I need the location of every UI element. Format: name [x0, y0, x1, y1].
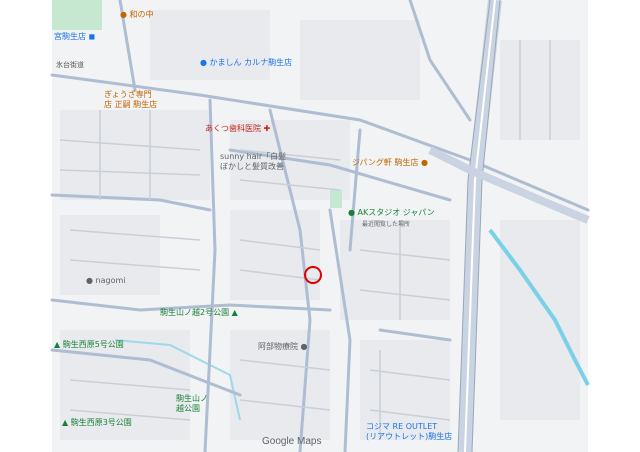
- google-maps-logo: Google Maps: [262, 436, 322, 447]
- poi-sunny-hair[interactable]: sunny hair「白髪 ぼかしと髪質改善: [220, 142, 286, 172]
- poi-gyoza[interactable]: ぎょうざ専門 店 正嗣 駒生店: [104, 80, 157, 110]
- park-icon: ▲: [231, 308, 238, 317]
- poi-park-yamanokoshi[interactable]: 駒生山ノ 越公園: [176, 384, 208, 414]
- place-icon: ●: [86, 276, 93, 285]
- poi-kojima-outlet[interactable]: コジマ RE OUTLET (リアウトレット)駒生店: [366, 412, 452, 442]
- fork-knife-icon: ●: [120, 10, 127, 19]
- medical-icon: ✚: [263, 124, 271, 133]
- poi-park-nishihara-3[interactable]: ▲ 駒生西原3号公園: [62, 418, 132, 428]
- poi-wanonaka[interactable]: ● 和の中: [120, 10, 154, 20]
- cart-icon: ●: [200, 58, 207, 67]
- poi-park-yamanokoshi-2[interactable]: 駒生山ノ越2号公園 ▲: [160, 308, 238, 318]
- poi-zipang[interactable]: ジパング軒 駒生店 ●: [352, 158, 428, 168]
- poi-abe-clinic[interactable]: 阿部物療院 ●: [258, 342, 308, 352]
- map-canvas[interactable]: [0, 0, 640, 452]
- poi-akutsu-dental[interactable]: あくつ歯科医院 ✚: [205, 124, 270, 134]
- recent-place-caption: 最近閲覧した場所: [362, 221, 411, 228]
- shop-icon: ◼: [88, 32, 96, 41]
- poi-park-nishihara-5[interactable]: ▲ 駒生西原5号公園: [54, 340, 124, 350]
- poi-kamashin[interactable]: ● かましん カルナ駒生店: [200, 58, 292, 68]
- poi-ak-studio[interactable]: ● AKスタジオ ジャパン: [348, 208, 435, 218]
- poi-miya-komyu[interactable]: 宮駒生店 ◼: [54, 32, 95, 42]
- studio-icon: ●: [348, 208, 355, 217]
- fork-knife-icon: ●: [421, 158, 428, 167]
- location-marker: [304, 266, 322, 284]
- road-label-top: 氷台街道: [56, 61, 84, 69]
- park-icon: ▲: [54, 340, 61, 349]
- poi-nagomi[interactable]: ● nagomi: [86, 276, 126, 286]
- place-icon: ●: [300, 342, 308, 351]
- park-icon: ▲: [62, 418, 69, 427]
